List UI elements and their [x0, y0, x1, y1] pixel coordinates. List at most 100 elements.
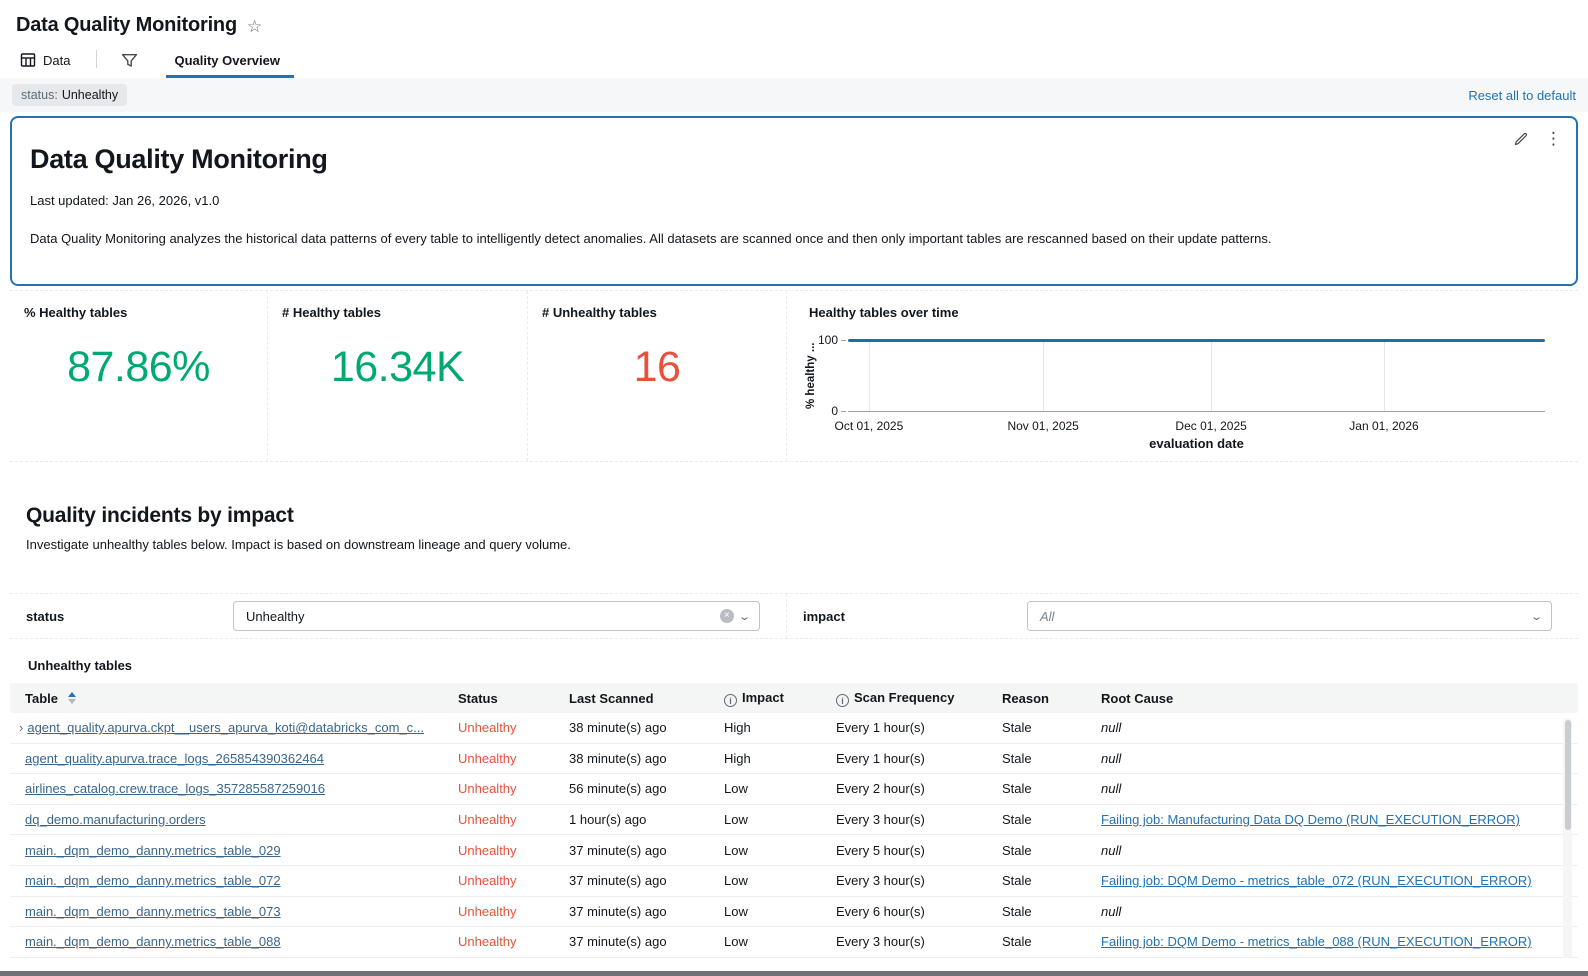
column-header-label: Root Cause [1101, 691, 1173, 706]
expand-row-icon[interactable]: › [19, 720, 23, 735]
cell-table-name: main._dqm_demo_danny.metrics_table_029 [10, 843, 456, 858]
info-icon[interactable]: i [724, 694, 737, 707]
status-filter-chip[interactable]: status: Unhealthy [12, 84, 127, 106]
cell-root-cause: null [1099, 843, 1578, 858]
root-cause-link[interactable]: Failing job: DQM Demo - metrics_table_08… [1101, 934, 1578, 949]
table-row[interactable]: main._dqm_demo_danny.metrics_table_073 Un… [10, 897, 1578, 928]
card-last-updated: Last updated: Jan 26, 2026, v1.0 [30, 193, 1558, 208]
viewport-bottom-edge [0, 971, 1588, 976]
table-row[interactable]: main._dqm_demo_danny.metrics_table_029 Un… [10, 835, 1578, 866]
sort-icon[interactable] [68, 692, 76, 704]
table-row[interactable]: main._dqm_demo_danny.metrics_table_072Un… [10, 866, 1578, 897]
table-name-link[interactable]: agent_quality.apurva.ckpt__users_apurva_… [27, 720, 424, 735]
chevron-down-icon: ⌄ [738, 610, 751, 623]
cell-scan-frequency: Every 3 hour(s) [834, 873, 1000, 888]
table-body: › agent_quality.apurva.ckpt__users_apurva… [10, 713, 1578, 958]
cell-impact: High [722, 720, 834, 735]
impact-select[interactable]: All ⌄ [1027, 601, 1552, 631]
chart-x-tick: Nov 01, 2025 [1007, 419, 1078, 433]
incidents-subtitle: Investigate unhealthy tables below. Impa… [26, 537, 1562, 552]
root-cause-link[interactable]: Failing job: Manufacturing Data DQ Demo … [1101, 812, 1578, 827]
chart-gridline [1211, 340, 1212, 412]
column-header-scan-frequency[interactable]: iScan Frequency [834, 690, 1000, 707]
chevron-down-icon: ⌄ [1530, 610, 1543, 623]
column-header-label: Impact [742, 690, 784, 705]
cell-impact: Low [722, 934, 834, 949]
cell-table-name: dq_demo.manufacturing.orders [10, 812, 456, 827]
cell-scan-frequency: Every 5 hour(s) [834, 843, 1000, 858]
cell-scan-frequency: Every 3 hour(s) [834, 934, 1000, 949]
column-header-last-scanned[interactable]: Last Scanned [567, 691, 722, 706]
column-header-label: Status [458, 691, 498, 706]
chart-title: Healthy tables over time [809, 305, 1578, 320]
cell-status: Unhealthy [456, 843, 567, 858]
root-cause-null: null [1101, 904, 1578, 919]
table-name-link[interactable]: agent_quality.apurva.trace_logs_26585439… [25, 751, 324, 766]
chart-x-ticks: Oct 01, 2025Nov 01, 2025Dec 01, 2025Jan … [848, 419, 1545, 435]
cell-last-scanned: 38 minute(s) ago [567, 751, 722, 766]
cell-table-name: › agent_quality.apurva.ckpt__users_apurva… [10, 720, 456, 735]
column-header-table[interactable]: Table [10, 691, 456, 706]
page-title: Data Quality Monitoring [16, 14, 237, 37]
table-row[interactable]: airlines_catalog.crew.trace_logs_3572855… [10, 774, 1578, 805]
cell-status: Unhealthy [456, 781, 567, 796]
cell-impact: Low [722, 904, 834, 919]
cell-status: Unhealthy [456, 934, 567, 949]
table-header-row: Table Status Last Scanned i Impact iScan … [10, 683, 1578, 713]
status-select-value: Unhealthy [246, 609, 305, 624]
cell-reason: Stale [1000, 934, 1099, 949]
column-header-status[interactable]: Status [456, 691, 567, 706]
cell-scan-frequency: Every 1 hour(s) [834, 720, 1000, 735]
cell-status: Unhealthy [456, 904, 567, 919]
table-row[interactable]: main._dqm_demo_danny.metrics_table_088 Un… [10, 927, 1578, 958]
counter-value: 16.34K [268, 343, 527, 392]
column-header-impact[interactable]: i Impact [722, 690, 834, 707]
chip-value: Unhealthy [62, 88, 118, 102]
chart-gridline [1384, 340, 1385, 412]
edit-pencil-icon[interactable] [1513, 131, 1529, 147]
impact-select-value: All [1040, 609, 1054, 624]
counter-label: # Unhealthy tables [542, 305, 786, 320]
kebab-menu-icon[interactable]: ⋮ [1545, 130, 1562, 147]
table-name-link[interactable]: main._dqm_demo_danny.metrics_table_088 [25, 934, 281, 949]
table-row[interactable]: agent_quality.apurva.trace_logs_26585439… [10, 744, 1578, 775]
status-select[interactable]: Unhealthy × ⌄ [233, 601, 760, 631]
tab-data[interactable]: Data [16, 42, 74, 78]
column-header-root-cause[interactable]: Root Cause [1099, 691, 1578, 706]
info-icon[interactable]: i [836, 694, 849, 707]
root-cause-link[interactable]: Failing job: DQM Demo - metrics_table_07… [1101, 873, 1578, 888]
table-name-link[interactable]: main._dqm_demo_danny.metrics_table_073 [25, 904, 281, 919]
table-name-link[interactable]: dq_demo.manufacturing.orders [25, 812, 206, 827]
cell-impact: Low [722, 781, 834, 796]
cell-table-name: main._dqm_demo_danny.metrics_table_073 [10, 904, 456, 919]
incidents-title: Quality incidents by impact [26, 504, 1562, 528]
scrollbar-thumb[interactable] [1565, 720, 1571, 830]
filter-tab-button[interactable] [115, 42, 144, 78]
cell-root-cause: null [1099, 904, 1578, 919]
funnel-icon [121, 52, 138, 69]
column-header-reason[interactable]: Reason [1000, 691, 1099, 706]
table-name-link[interactable]: main._dqm_demo_danny.metrics_table_029 [25, 843, 281, 858]
table-row[interactable]: › agent_quality.apurva.ckpt__users_apurva… [10, 713, 1578, 744]
clear-filter-icon[interactable]: × [720, 609, 734, 623]
table-name-link[interactable]: main._dqm_demo_danny.metrics_table_072 [25, 873, 281, 888]
card-description: Data Quality Monitoring analyzes the his… [30, 230, 1558, 248]
counter-label: # Healthy tables [282, 305, 527, 320]
table-grid-icon [20, 52, 36, 68]
favorite-star-icon[interactable]: ☆ [247, 18, 262, 35]
tab-quality-overview[interactable]: Quality Overview [170, 42, 284, 78]
counter-value: 16 [528, 343, 786, 392]
chart-plot-area[interactable]: 100 0 [848, 340, 1545, 412]
cell-impact: High [722, 751, 834, 766]
cell-last-scanned: 1 hour(s) ago [567, 812, 722, 827]
chart-x-tick: Oct 01, 2025 [835, 419, 904, 433]
cell-scan-frequency: Every 1 hour(s) [834, 751, 1000, 766]
reset-all-link[interactable]: Reset all to default [1468, 88, 1576, 103]
cell-root-cause: Failing job: DQM Demo - metrics_table_08… [1099, 934, 1578, 949]
table-row[interactable]: dq_demo.manufacturing.ordersUnhealthy1 h… [10, 805, 1578, 836]
table-name-link[interactable]: airlines_catalog.crew.trace_logs_3572855… [25, 781, 325, 796]
cell-root-cause: null [1099, 751, 1578, 766]
filters-row: status Unhealthy × ⌄ impact All ⌄ [10, 593, 1578, 639]
tab-divider [96, 50, 97, 68]
table-scrollbar[interactable] [1563, 718, 1572, 958]
